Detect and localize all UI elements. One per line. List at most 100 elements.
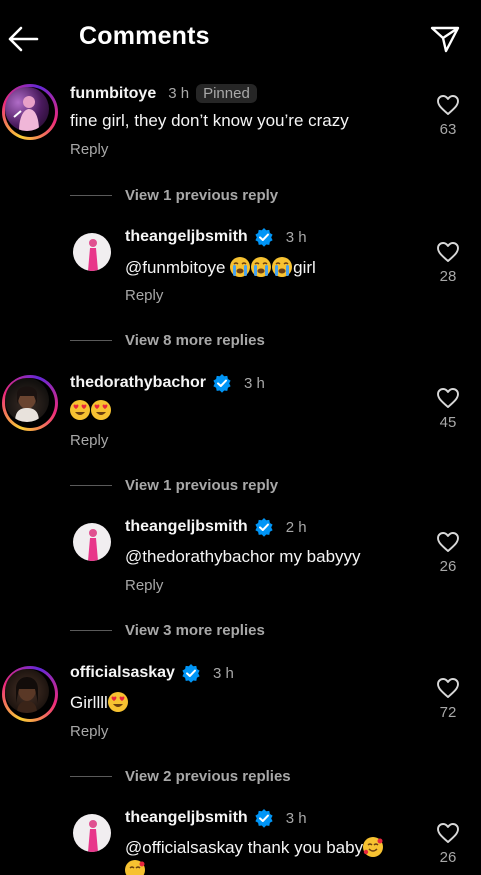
comment-username[interactable]: theangeljbsmith: [125, 228, 248, 246]
comment-username[interactable]: officialsaskay: [70, 664, 175, 682]
avatar-photo-icon: [15, 386, 39, 422]
comment-time: 2 h: [285, 518, 307, 536]
view-replies-link[interactable]: View 1 previous reply: [70, 187, 278, 204]
avatar-photo-icon: [13, 96, 39, 131]
view-replies-label: View 1 previous reply: [125, 477, 279, 494]
divider: [70, 340, 112, 341]
comment-username[interactable]: thedorathybachor: [70, 374, 206, 392]
arrow-left-icon[interactable]: [6, 24, 40, 54]
comment-mention[interactable]: @funmbitoye: [125, 258, 230, 277]
like-button[interactable]: 45: [428, 387, 468, 431]
avatar[interactable]: [2, 666, 58, 722]
divider: [70, 776, 112, 777]
verified-badge-icon: [255, 518, 273, 537]
comment-text: @funmbitoye girl: [125, 257, 316, 278]
comment-time: 3 h: [285, 809, 307, 827]
comment-header: officialsaskay 3 h: [70, 663, 234, 683]
heart-eyes-emoji: [91, 400, 111, 420]
comment-username[interactable]: theangeljbsmith: [125, 518, 248, 536]
like-button[interactable]: 63: [428, 94, 468, 138]
comment-funmbitoye: funmbitoye 3 h Pinned fine girl, they do…: [0, 84, 481, 174]
like-count: 63: [439, 121, 457, 138]
paper-plane-icon[interactable]: [429, 24, 461, 54]
comment-username[interactable]: theangeljbsmith: [125, 809, 248, 827]
verified-badge-icon: [255, 228, 273, 247]
reply-button[interactable]: Reply: [70, 723, 108, 740]
like-count: 26: [439, 849, 457, 866]
heart-outline-icon: [437, 95, 459, 115]
reply-button[interactable]: Reply: [70, 141, 108, 158]
like-button[interactable]: 26: [428, 822, 468, 866]
like-button[interactable]: 72: [428, 677, 468, 721]
comment-text-suffix: girl: [293, 258, 316, 277]
like-button[interactable]: 26: [428, 531, 468, 575]
comment-time: 3 h: [285, 228, 307, 246]
view-replies-label: View 8 more replies: [125, 332, 265, 349]
divider: [70, 630, 112, 631]
view-replies-label: View 1 previous reply: [125, 187, 279, 204]
comment-time: 3 h: [244, 374, 265, 392]
comment-time: 3 h: [168, 85, 190, 102]
view-replies-label: View 3 more replies: [125, 622, 265, 639]
reply-button[interactable]: Reply: [70, 432, 108, 449]
avatar-photo-icon: [16, 677, 38, 713]
comment-text: [70, 400, 112, 421]
comment-header: theangeljbsmith 2 h: [125, 517, 307, 537]
comment-text-main: Girllll: [70, 693, 108, 712]
reply-theangeljbsmith: theangeljbsmith 3 h @officialsaskay than…: [0, 808, 481, 875]
avatar-photo-icon: [88, 820, 98, 852]
smiling-face-with-hearts-emoji: [363, 837, 384, 857]
view-replies-link[interactable]: View 1 previous reply: [70, 477, 278, 494]
avatar[interactable]: [73, 233, 111, 271]
comment-header: thedorathybachor 3 h: [70, 373, 265, 393]
view-replies-link[interactable]: View 8 more replies: [70, 332, 265, 349]
like-count: 72: [439, 704, 457, 721]
reply-button[interactable]: Reply: [125, 287, 163, 304]
view-replies-link[interactable]: View 2 previous replies: [70, 768, 291, 785]
heart-eyes-emoji: [107, 692, 128, 712]
avatar[interactable]: [2, 84, 58, 140]
view-replies-label: View 2 previous replies: [125, 768, 291, 785]
avatar[interactable]: [73, 523, 111, 561]
heart-outline-icon: [437, 388, 459, 408]
comment-header: funmbitoye 3 h Pinned: [70, 84, 257, 103]
divider: [70, 195, 112, 196]
heart-eyes-emoji: [70, 400, 90, 420]
crying-face-emoji: [251, 257, 272, 277]
comment-text: fine girl, they don’t know you’re crazy: [70, 111, 349, 130]
heart-outline-icon: [437, 532, 459, 552]
comment-thedorathybachor: thedorathybachor 3 h Reply 45: [0, 373, 481, 463]
like-count: 28: [439, 268, 457, 285]
header-bar: Comments: [0, 0, 481, 76]
avatar[interactable]: [73, 814, 111, 852]
like-button[interactable]: 28: [428, 241, 468, 285]
smiling-face-with-hearts-emoji: [125, 860, 145, 875]
comment-username[interactable]: funmbitoye: [70, 85, 156, 103]
reply-theangeljbsmith: theangeljbsmith 2 h @thedorathybachor my…: [0, 517, 481, 607]
like-count: 26: [439, 558, 457, 575]
pinned-badge: Pinned: [196, 84, 257, 103]
comment-time: 3 h: [212, 664, 234, 682]
comment-text: @officialsaskay thank you baby: [125, 837, 384, 858]
avatar[interactable]: [2, 375, 58, 431]
view-replies-link[interactable]: View 3 more replies: [70, 622, 265, 639]
crying-face-emoji: [230, 257, 251, 277]
heart-outline-icon: [437, 678, 459, 698]
comment-text: Girllll: [70, 692, 129, 713]
reply-button[interactable]: Reply: [125, 577, 163, 594]
avatar-photo-icon: [88, 529, 98, 561]
comment-header: theangeljbsmith 3 h: [125, 808, 307, 828]
comment-text-main: @officialsaskay thank you baby: [125, 838, 364, 857]
heart-outline-icon: [437, 823, 459, 843]
comment-officialsaskay: officialsaskay 3 h Girllll Reply 72: [0, 663, 481, 753]
comment-text: @thedorathybachor my babyyy: [125, 547, 361, 566]
reply-theangeljbsmith: theangeljbsmith 3 h @funmbitoye girl Rep…: [0, 227, 481, 317]
heart-outline-icon: [437, 242, 459, 262]
verified-badge-icon: [182, 664, 200, 683]
comment-header: theangeljbsmith 3 h: [125, 227, 307, 247]
page-title: Comments: [79, 22, 210, 50]
verified-badge-icon: [213, 374, 231, 393]
verified-badge-icon: [255, 809, 273, 828]
crying-face-emoji: [272, 257, 293, 277]
like-count: 45: [439, 414, 457, 431]
